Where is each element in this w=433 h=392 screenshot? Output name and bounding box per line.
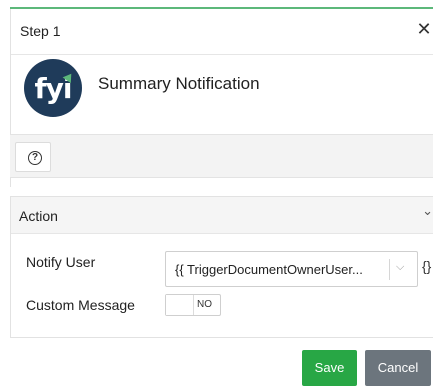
action-section: Action ⌄ Notify User {{ TriggerDocumentO…: [10, 196, 433, 338]
custom-message-toggle[interactable]: NO: [165, 294, 221, 316]
notify-user-select[interactable]: {{ TriggerDocumentOwnerUser... ⌵: [165, 251, 418, 287]
custom-message-label: Custom Message: [26, 297, 135, 313]
chevron-down-icon[interactable]: ⌵: [396, 261, 404, 274]
cancel-button[interactable]: Cancel: [365, 350, 431, 386]
save-button[interactable]: Save: [302, 350, 357, 386]
toggle-state-label: NO: [197, 299, 212, 310]
action-header[interactable]: Action ⌄: [11, 197, 433, 234]
fyi-logo: fyi: [24, 59, 82, 117]
action-title: Action: [19, 208, 58, 224]
notify-user-label: Notify User: [26, 254, 96, 270]
help-circle-icon: ?: [28, 151, 42, 165]
dialog-header: Step 1 ✕: [11, 9, 433, 55]
step-title: Step 1: [20, 23, 61, 39]
close-icon[interactable]: ✕: [416, 19, 432, 39]
select-separator: [389, 259, 390, 280]
help-button[interactable]: ?: [15, 142, 51, 172]
help-toolbar: ?: [10, 134, 433, 178]
app-title: Summary Notification: [98, 74, 260, 93]
braces-icon[interactable]: {}: [422, 258, 431, 274]
toggle-knob: [166, 295, 194, 315]
notify-user-value: {{ TriggerDocumentOwnerUser...: [175, 262, 363, 277]
chevron-down-icon[interactable]: ⌄: [422, 203, 433, 219]
